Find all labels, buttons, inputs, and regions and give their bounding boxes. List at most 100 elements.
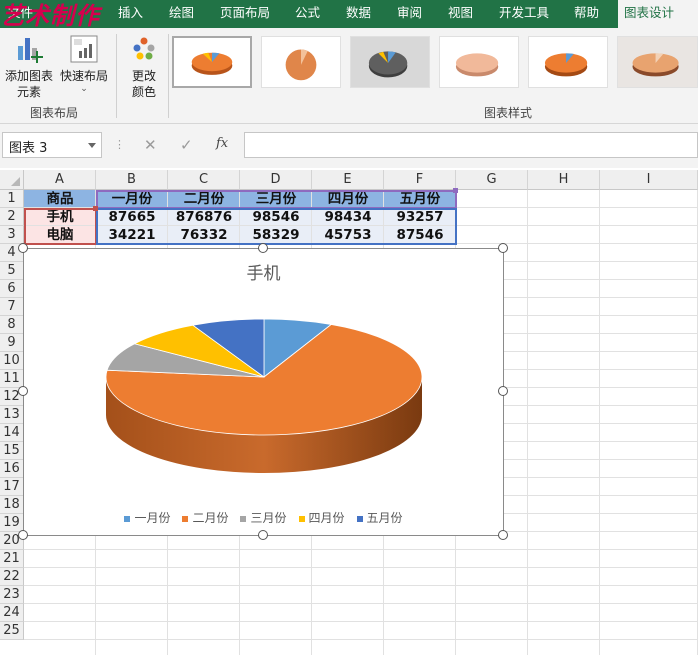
column-header-c[interactable]: C xyxy=(168,170,240,190)
resize-handle-tl[interactable] xyxy=(18,243,28,253)
resize-handle-bl[interactable] xyxy=(18,530,28,540)
row-header-1[interactable]: 1 xyxy=(0,190,24,208)
column-header-d[interactable]: D xyxy=(240,170,312,190)
tab-help[interactable]: 帮助 xyxy=(568,0,605,28)
row-header-14[interactable]: 14 xyxy=(0,424,24,442)
column-header-e[interactable]: E xyxy=(312,170,384,190)
tab-view[interactable]: 视图 xyxy=(442,0,479,28)
ribbon-tab-bar: 文件 插入 绘图 页面布局 公式 数据 审阅 视图 开发工具 帮助 图表设计 艺… xyxy=(0,0,698,30)
pie-chart-object[interactable]: 手机 一月份 二月份 三月份 四月份 五月份 xyxy=(23,248,504,536)
watermark-text: 艺术制作 xyxy=(0,2,100,30)
quick-layout-label: 快速布局 xyxy=(59,69,108,83)
legend-label: 三月份 xyxy=(250,511,287,525)
row-header-9[interactable]: 9 xyxy=(0,334,24,352)
row-header-24[interactable]: 24 xyxy=(0,604,24,622)
name-box-value: 图表 3 xyxy=(9,141,48,156)
tab-data[interactable]: 数据 xyxy=(340,0,377,28)
range-handle[interactable] xyxy=(93,206,98,211)
cancel-icon[interactable]: ✕ xyxy=(144,136,157,154)
row-header-5[interactable]: 5 xyxy=(0,262,24,280)
enter-icon[interactable]: ✓ xyxy=(180,136,193,154)
pie-thumbnail-icon xyxy=(285,49,317,81)
gridline xyxy=(24,639,698,640)
row-header-15[interactable]: 15 xyxy=(0,442,24,460)
row-header-17[interactable]: 17 xyxy=(0,478,24,496)
legend-item[interactable]: 四月份 xyxy=(298,509,345,526)
tab-insert[interactable]: 插入 xyxy=(112,0,149,28)
select-all-corner[interactable] xyxy=(0,170,24,190)
values-range-highlight xyxy=(96,208,457,245)
change-colors-button[interactable]: 更改 颜色 xyxy=(120,34,168,100)
pie-thumbnail-icon xyxy=(191,52,233,75)
resize-handle-tr[interactable] xyxy=(498,243,508,253)
column-header-g[interactable]: G xyxy=(456,170,528,190)
legend-label: 一月份 xyxy=(134,511,171,525)
chart-style-6[interactable] xyxy=(617,36,698,88)
resize-handle-ml[interactable] xyxy=(18,386,28,396)
chart-style-3[interactable] xyxy=(350,36,430,88)
chart-styles-group-label: 图表样式 xyxy=(484,106,533,120)
quick-layout-icon xyxy=(70,35,98,63)
tab-developer[interactable]: 开发工具 xyxy=(493,0,555,28)
resize-handle-mr[interactable] xyxy=(498,386,508,396)
legend-item[interactable]: 三月份 xyxy=(240,509,287,526)
chart-legend[interactable]: 一月份 二月份 三月份 四月份 五月份 xyxy=(24,509,503,526)
row-header-10[interactable]: 10 xyxy=(0,352,24,370)
legend-swatch xyxy=(356,515,363,522)
chevron-down-icon[interactable] xyxy=(88,143,96,148)
chart-style-5[interactable] xyxy=(528,36,608,88)
row-header-18[interactable]: 18 xyxy=(0,496,24,514)
tab-chart-design[interactable]: 图表设计 xyxy=(618,0,698,28)
more-icon: ⋮ xyxy=(114,138,125,151)
group-separator xyxy=(116,34,117,118)
column-header-f[interactable]: F xyxy=(384,170,456,190)
legend-swatch xyxy=(124,515,131,522)
cell-a1[interactable]: 商品 xyxy=(24,190,96,208)
legend-item[interactable]: 二月份 xyxy=(182,509,228,526)
tab-draw[interactable]: 绘图 xyxy=(163,0,200,28)
pie-chart-plot[interactable] xyxy=(24,279,503,529)
tab-review[interactable]: 审阅 xyxy=(391,0,428,28)
pie-thumbnail-icon xyxy=(455,53,499,77)
legend-item[interactable]: 五月份 xyxy=(356,509,403,526)
column-header-i[interactable]: I xyxy=(600,170,698,190)
tab-page-layout[interactable]: 页面布局 xyxy=(214,0,276,28)
resize-handle-bc[interactable] xyxy=(258,530,268,540)
row-header-21[interactable]: 21 xyxy=(0,550,24,568)
row-header-2[interactable]: 2 xyxy=(0,208,24,226)
row-header-16[interactable]: 16 xyxy=(0,460,24,478)
gridline xyxy=(24,621,698,622)
range-handle[interactable] xyxy=(453,188,458,193)
gridline xyxy=(24,603,698,604)
row-header-13[interactable]: 13 xyxy=(0,406,24,424)
row-header-22[interactable]: 22 xyxy=(0,568,24,586)
row-header-6[interactable]: 6 xyxy=(0,280,24,298)
insert-function-icon[interactable]: fx xyxy=(216,136,228,151)
row-header-3[interactable]: 3 xyxy=(0,226,24,244)
chart-style-2[interactable] xyxy=(261,36,341,88)
legend-label: 四月份 xyxy=(308,511,345,525)
resize-handle-tc[interactable] xyxy=(258,243,268,253)
gridline xyxy=(24,549,698,550)
add-chart-element-button[interactable]: 添加图表 元素 xyxy=(2,34,56,100)
category-range-highlight xyxy=(24,208,97,245)
resize-handle-br[interactable] xyxy=(498,530,508,540)
formula-input[interactable] xyxy=(244,132,698,158)
pie-slices xyxy=(105,318,423,436)
chart-style-1[interactable] xyxy=(172,36,252,88)
row-header-25[interactable]: 25 xyxy=(0,622,24,640)
legend-item[interactable]: 一月份 xyxy=(124,509,170,526)
column-header-b[interactable]: B xyxy=(96,170,168,190)
row-header-7[interactable]: 7 xyxy=(0,298,24,316)
tab-formulas[interactable]: 公式 xyxy=(289,0,326,28)
name-box[interactable]: 图表 3 xyxy=(2,132,102,158)
chevron-down-icon: ⌄ xyxy=(80,84,88,94)
column-header-h[interactable]: H xyxy=(528,170,600,190)
group-separator xyxy=(168,34,169,118)
pie-thumbnail-icon xyxy=(544,53,588,77)
quick-layout-button[interactable]: 快速布局 ⌄ xyxy=(58,34,110,94)
column-header-a[interactable]: A xyxy=(24,170,96,190)
row-header-23[interactable]: 23 xyxy=(0,586,24,604)
row-header-8[interactable]: 8 xyxy=(0,316,24,334)
chart-style-4[interactable] xyxy=(439,36,519,88)
